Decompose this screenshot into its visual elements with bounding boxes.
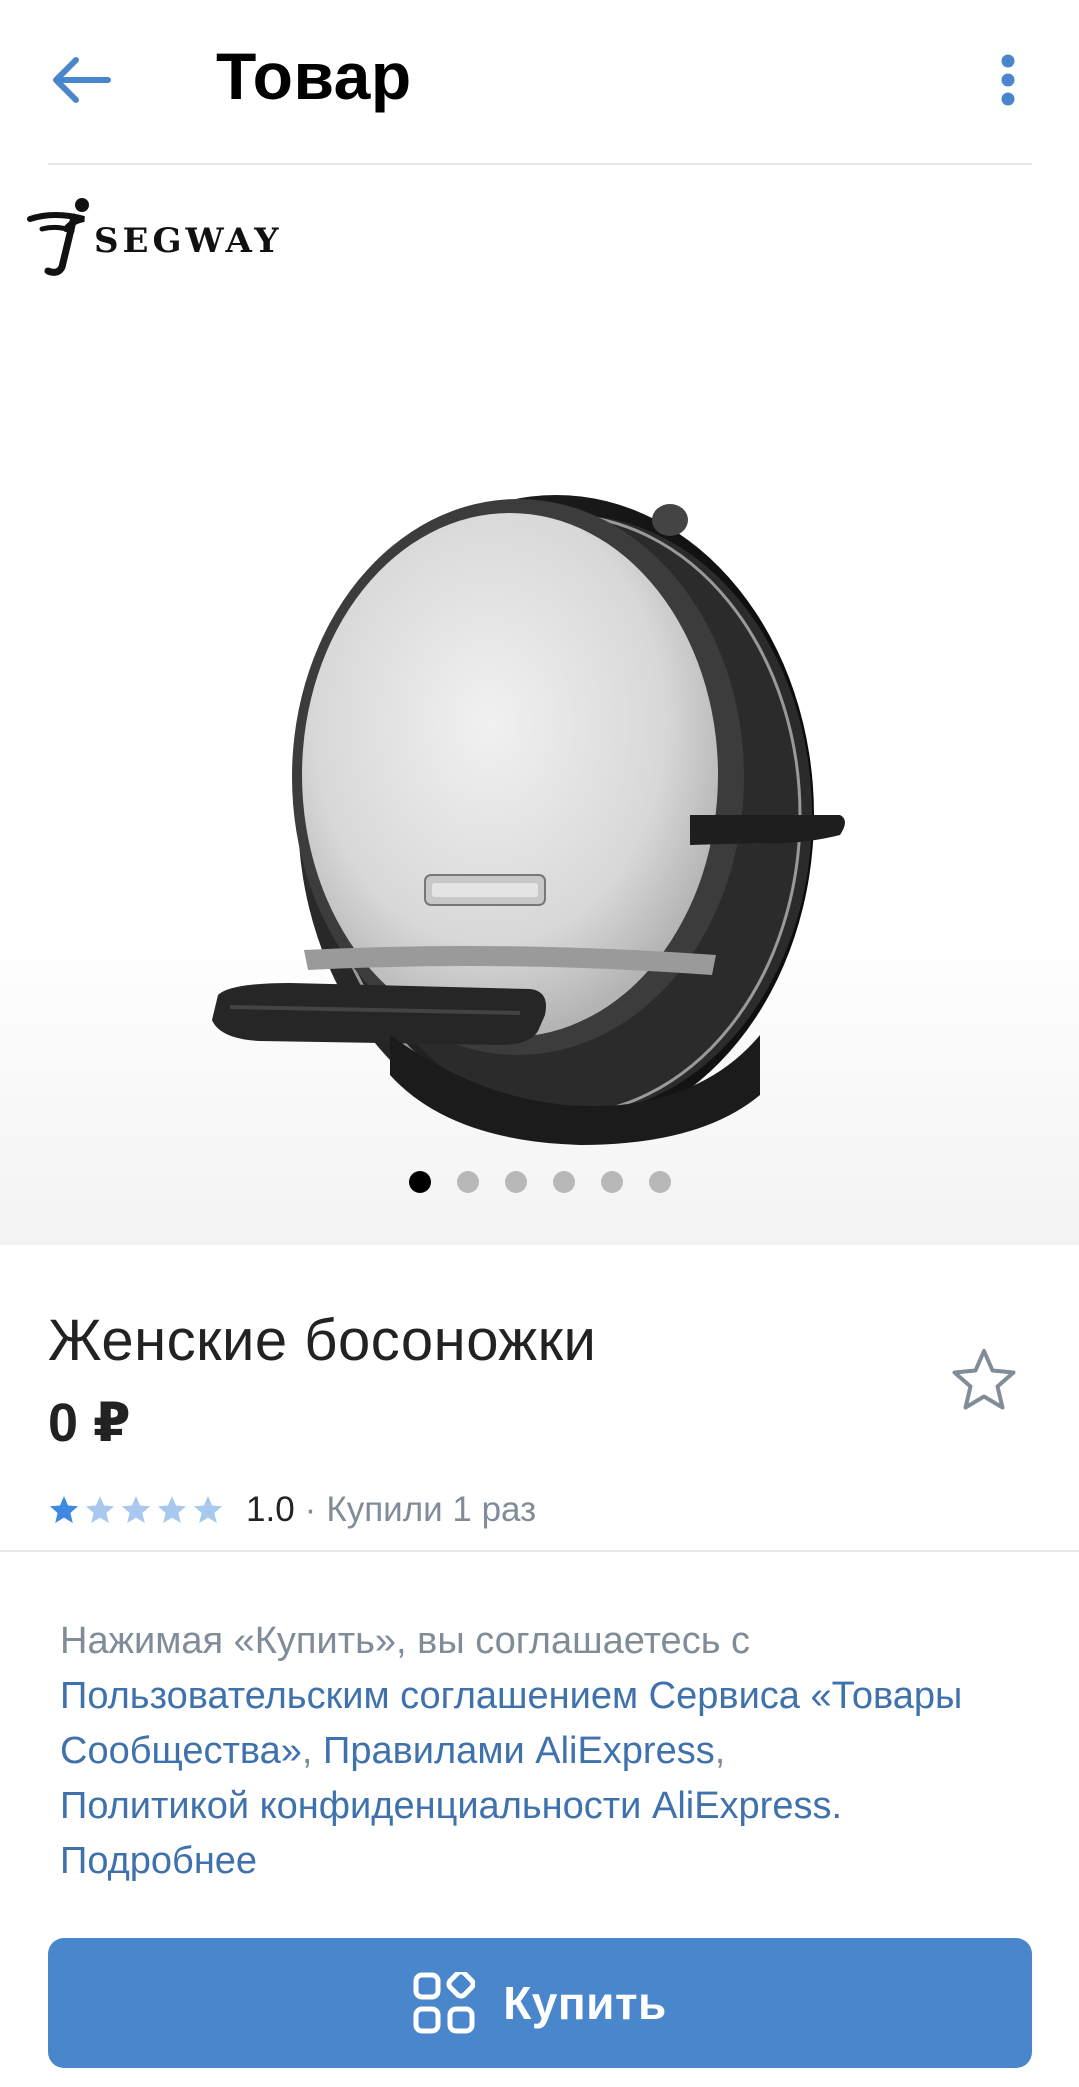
agreement-period: . (831, 1785, 843, 1827)
buy-button-label: Купить (503, 1977, 667, 2029)
star-empty-icon (86, 1496, 114, 1523)
product-gallery[interactable]: SEGWAY (0, 165, 1079, 1245)
star-empty-icon (122, 1496, 150, 1523)
separator: · (304, 1490, 317, 1529)
segway-logo: SEGWAY (27, 198, 282, 276)
product-image (212, 495, 845, 1145)
pagination-dot[interactable] (408, 1171, 431, 1193)
info-divider (0, 1550, 1079, 1552)
pagination-dot[interactable] (504, 1171, 527, 1193)
agreement-prefix: Нажимая «Купить», вы соглашаетесь с (60, 1620, 751, 1662)
privacy-policy-link[interactable]: Политикой конфиденциальности AliExpress (60, 1785, 831, 1827)
product-info: Женские босоножки 0 ₽ 1.0 · Купили 1 раз (0, 1245, 1079, 1552)
product-name: Женские босоножки (48, 1308, 597, 1373)
gallery-pagination (0, 1171, 1079, 1193)
star-filled-icon (50, 1496, 78, 1523)
svg-text:SEGWAY: SEGWAY (94, 221, 282, 261)
more-vertical-icon (1001, 54, 1015, 106)
buy-button[interactable]: Купить (48, 1938, 1032, 2068)
agreement-text: Нажимая «Купить», вы соглашаетесь с Поль… (60, 1614, 1040, 1889)
back-button[interactable] (48, 46, 116, 114)
agreement-comma: , (714, 1730, 726, 1772)
arrow-left-icon (53, 57, 111, 103)
aliexpress-rules-link[interactable]: Правилами AliExpress (323, 1730, 715, 1772)
rating-row: 1.0 · Купили 1 раз (48, 1485, 536, 1535)
star-empty-icon (194, 1496, 222, 1523)
rating-value: 1.0 (246, 1490, 295, 1529)
pagination-dot[interactable] (456, 1171, 479, 1193)
product-price: 0 ₽ (48, 1393, 131, 1453)
rating-stars (48, 1494, 224, 1526)
page-title: Товар (216, 39, 412, 113)
top-bar: Товар (0, 0, 1079, 165)
apps-icon (413, 1972, 476, 2034)
agreement-comma: , (301, 1730, 313, 1772)
bought-count: Купили 1 раз (326, 1490, 537, 1529)
more-link[interactable]: Подробнее (60, 1840, 257, 1882)
pagination-dot[interactable] (600, 1171, 623, 1193)
pagination-dot[interactable] (552, 1171, 575, 1193)
pagination-dot[interactable] (648, 1171, 671, 1193)
star-outline-icon[interactable] (948, 1345, 1020, 1417)
star-empty-icon (158, 1496, 186, 1523)
more-button[interactable] (984, 50, 1032, 110)
